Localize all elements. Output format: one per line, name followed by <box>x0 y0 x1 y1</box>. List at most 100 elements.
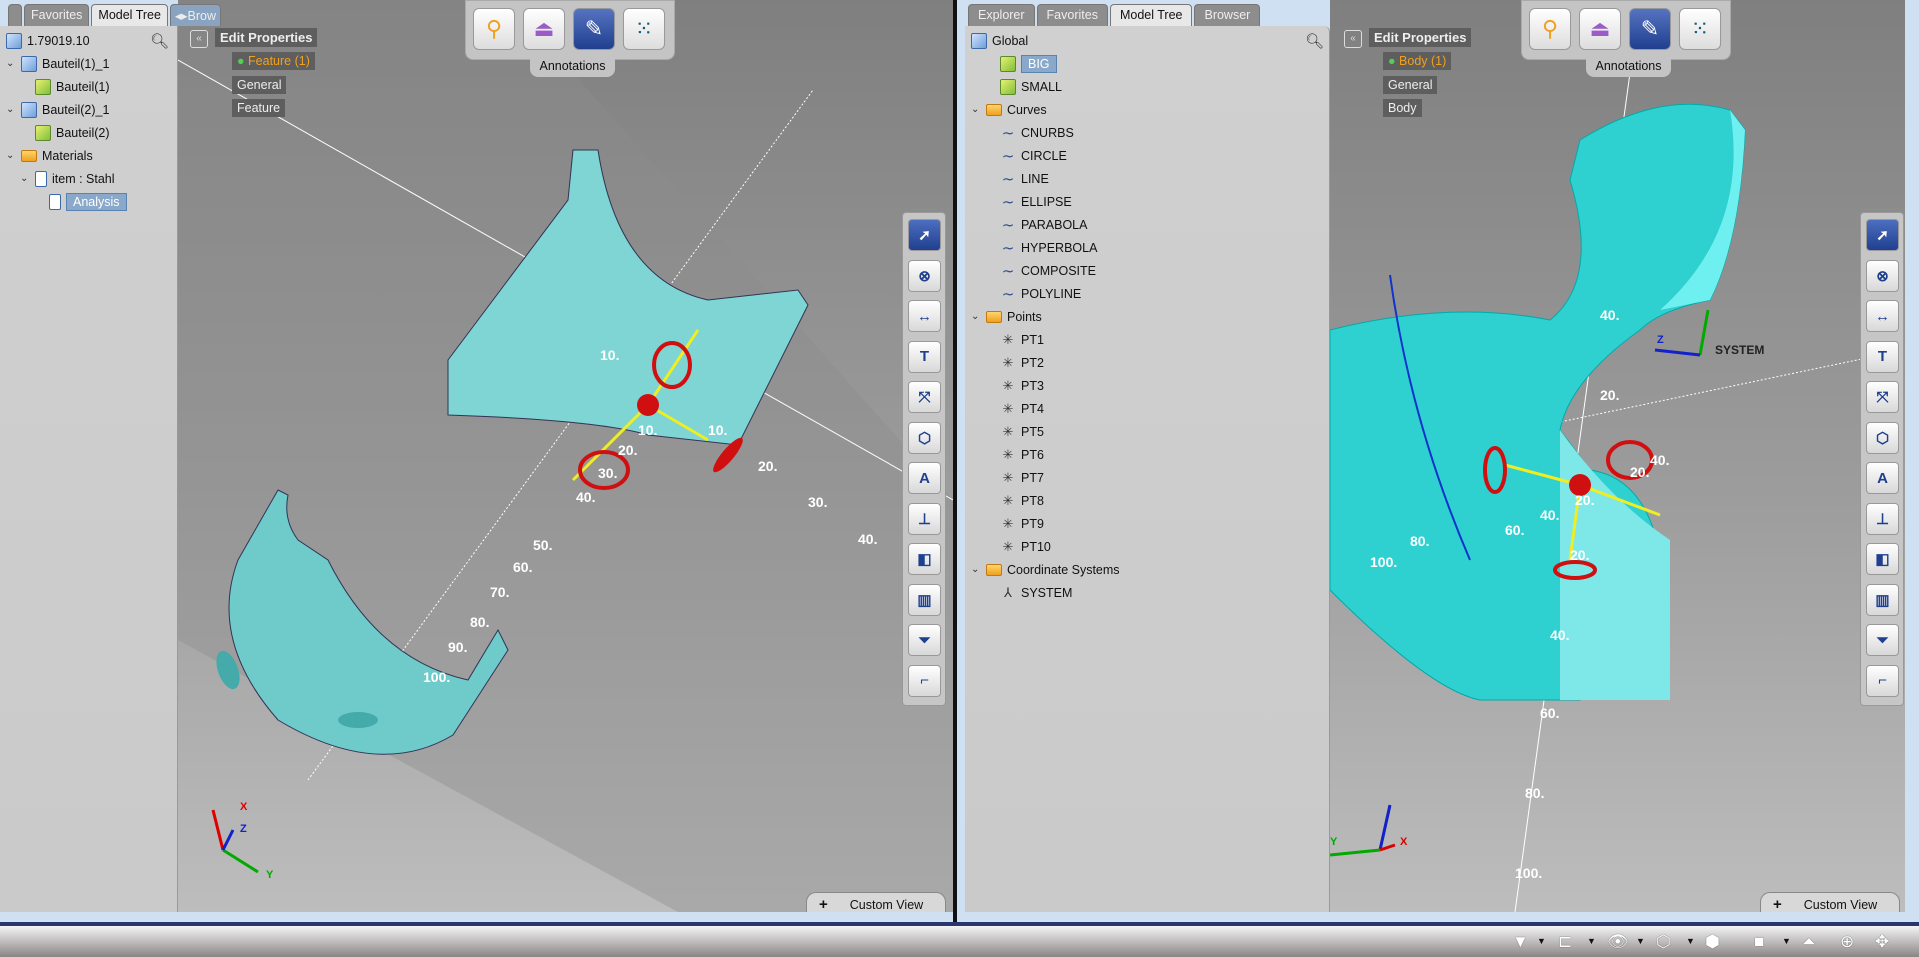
tab-model-tree[interactable]: Model Tree <box>1110 4 1193 26</box>
custom-view-tab[interactable]: +Custom View <box>1760 892 1900 912</box>
distance-icon[interactable]: ↔ <box>1866 300 1899 332</box>
view-icon[interactable]: ▥ <box>1866 584 1899 616</box>
tree-item[interactable]: 1.79019.10 <box>6 30 90 51</box>
tree-item[interactable]: ⌄item : Stahl <box>20 168 115 189</box>
delete-circle-icon[interactable]: ⊗ <box>1866 260 1899 292</box>
structure-icon[interactable]: ⁙ <box>623 8 665 50</box>
inspect-icon[interactable]: ⚲ <box>1529 8 1571 50</box>
tree-item[interactable]: ∼CIRCLE <box>985 145 1067 166</box>
left-3d-viewport[interactable]: 10. 10. 10. 20. 30. 40. 20. 30. 40. 50. … <box>178 0 953 912</box>
pane-divider[interactable] <box>953 0 957 922</box>
tree-item[interactable]: ✳PT10 <box>985 536 1051 557</box>
tree-item[interactable]: ⌄Bauteil(1)_1 <box>6 53 109 74</box>
group-feature[interactable]: Feature <box>232 99 285 117</box>
tree-item[interactable]: Global <box>971 30 1028 51</box>
dropdown-arrow-icon[interactable]: ▼ <box>1636 936 1645 946</box>
tree-item[interactable]: BIG <box>985 53 1057 74</box>
annotate-icon[interactable]: ✎ <box>573 8 615 50</box>
tree-item[interactable]: ✳PT9 <box>985 513 1044 534</box>
tree-item[interactable]: ✳PT4 <box>985 398 1044 419</box>
search-icon[interactable]: 🔍︎ <box>1305 32 1324 50</box>
tree-item[interactable]: ⅄SYSTEM <box>985 582 1072 603</box>
chevron-down-icon[interactable]: ⌄ <box>6 150 16 161</box>
inspect-icon[interactable]: ⚲ <box>473 8 515 50</box>
box-dimension-icon[interactable]: ⬡ <box>1866 422 1899 454</box>
chevron-down-icon[interactable]: ⌄ <box>971 564 981 575</box>
tree-item[interactable]: ∼CNURBS <box>985 122 1074 143</box>
tree-item[interactable]: ∼LINE <box>985 168 1049 189</box>
tree-item[interactable]: ✳PT6 <box>985 444 1044 465</box>
tree-item[interactable]: ⌄Materials <box>6 145 93 166</box>
dropdown-arrow-icon[interactable]: ▼ <box>1537 936 1546 946</box>
axis-icon[interactable]: ⊥ <box>1866 503 1899 535</box>
pan-icon[interactable]: ✥ <box>1875 932 1889 952</box>
tree-item[interactable]: Bauteil(2) <box>20 122 110 143</box>
search-icon[interactable]: 🔍︎ <box>150 32 169 50</box>
structure-icon[interactable]: ⁙ <box>1679 8 1721 50</box>
axis-icon[interactable]: ⊥ <box>908 503 941 535</box>
group-body[interactable]: Body <box>1383 99 1422 117</box>
section-cube-icon[interactable]: ⬢ <box>1705 932 1720 952</box>
delete-circle-icon[interactable]: ⊗ <box>908 260 941 292</box>
import-icon[interactable]: ⏏ <box>523 8 565 50</box>
collapse-button[interactable]: « <box>1344 30 1362 48</box>
select-arrow-icon[interactable]: ➚ <box>908 219 941 251</box>
view-icon[interactable]: ▥ <box>908 584 941 616</box>
dropdown-arrow-icon[interactable]: ▼ <box>1686 936 1695 946</box>
text-note-icon[interactable]: T <box>1866 341 1899 373</box>
tree-item[interactable]: ✳PT1 <box>985 329 1044 350</box>
section-icon[interactable]: ◧ <box>908 543 941 575</box>
orbit-icon[interactable]: ⊕ <box>1840 932 1854 952</box>
chevron-down-icon[interactable]: ⌄ <box>20 173 30 184</box>
tab-model-tree[interactable]: Model Tree <box>91 4 168 26</box>
label-icon[interactable]: A <box>908 462 941 494</box>
tree-item[interactable]: ✳PT3 <box>985 375 1044 396</box>
dropdown-arrow-icon[interactable]: ▼ <box>1587 936 1596 946</box>
plane-icon[interactable]: ⏶ <box>1802 932 1816 952</box>
tree-item[interactable]: Analysis <box>34 191 127 212</box>
cube-display-icon[interactable]: ⬡ <box>1656 932 1671 952</box>
filter-cube-icon[interactable]: ⏷ <box>1866 624 1899 656</box>
filter-icon[interactable]: ▼ <box>1512 932 1529 952</box>
tree-item[interactable]: ✳PT2 <box>985 352 1044 373</box>
annotate-icon[interactable]: ✎ <box>1629 8 1671 50</box>
annotations-label[interactable]: Annotations <box>1586 59 1671 77</box>
tree-item[interactable]: ⌄Points <box>971 306 1042 327</box>
tree-item[interactable]: SMALL <box>985 76 1062 97</box>
group-general[interactable]: General <box>232 76 286 94</box>
filter-cube-icon[interactable]: ⏷ <box>908 624 941 656</box>
tree-item[interactable]: ∼HYPERBOLA <box>985 237 1097 258</box>
tree-item[interactable]: ⌄Bauteil(2)_1 <box>6 99 109 120</box>
tree-item[interactable]: ⌄Coordinate Systems <box>971 559 1120 580</box>
tab-browser[interactable]: ◂▸Brow <box>170 4 221 26</box>
group-general[interactable]: General <box>1383 76 1437 94</box>
dropdown-arrow-icon[interactable]: ▼ <box>1782 936 1791 946</box>
tree-item[interactable]: ⌄Curves <box>971 99 1047 120</box>
tree-item[interactable]: Bauteil(1) <box>20 76 110 97</box>
section-icon[interactable]: ◧ <box>1866 543 1899 575</box>
selected-body[interactable]: ● Body (1) <box>1383 52 1451 70</box>
chevron-down-icon[interactable]: ⌄ <box>971 311 981 322</box>
tab-favorites[interactable]: Favorites <box>1037 4 1108 26</box>
selected-feature[interactable]: ● Feature (1) <box>232 52 315 70</box>
annotations-label[interactable]: Annotations <box>530 59 615 77</box>
tree-item[interactable]: ✳PT5 <box>985 421 1044 442</box>
tree-item[interactable]: ✳PT8 <box>985 490 1044 511</box>
vector-icon[interactable]: ⤧ <box>1866 381 1899 413</box>
tree-item[interactable]: ∼COMPOSITE <box>985 260 1096 281</box>
chevron-down-icon[interactable]: ⌄ <box>6 104 16 115</box>
select-arrow-icon[interactable]: ➚ <box>1866 219 1899 251</box>
vector-icon[interactable]: ⤧ <box>908 381 941 413</box>
tree-item[interactable]: ∼ELLIPSE <box>985 191 1072 212</box>
collapse-button[interactable]: « <box>190 30 208 48</box>
distance-icon[interactable]: ↔ <box>908 300 941 332</box>
path-icon[interactable]: ⌐ <box>1866 665 1899 697</box>
tab-favorites[interactable]: Favorites <box>24 4 89 26</box>
chevron-down-icon[interactable]: ⌄ <box>971 104 981 115</box>
tab-browser[interactable]: Browser <box>1194 4 1260 26</box>
eye-icon[interactable]: 👁︎ <box>1607 932 1629 952</box>
path-icon[interactable]: ⌐ <box>908 665 941 697</box>
right-3d-viewport[interactable]: 40. 20. 20. 40. 60. 100. 80. 20. 40. 20.… <box>1330 0 1905 912</box>
box-dimension-icon[interactable]: ⬡ <box>908 422 941 454</box>
tab-overflow[interactable] <box>8 4 22 26</box>
